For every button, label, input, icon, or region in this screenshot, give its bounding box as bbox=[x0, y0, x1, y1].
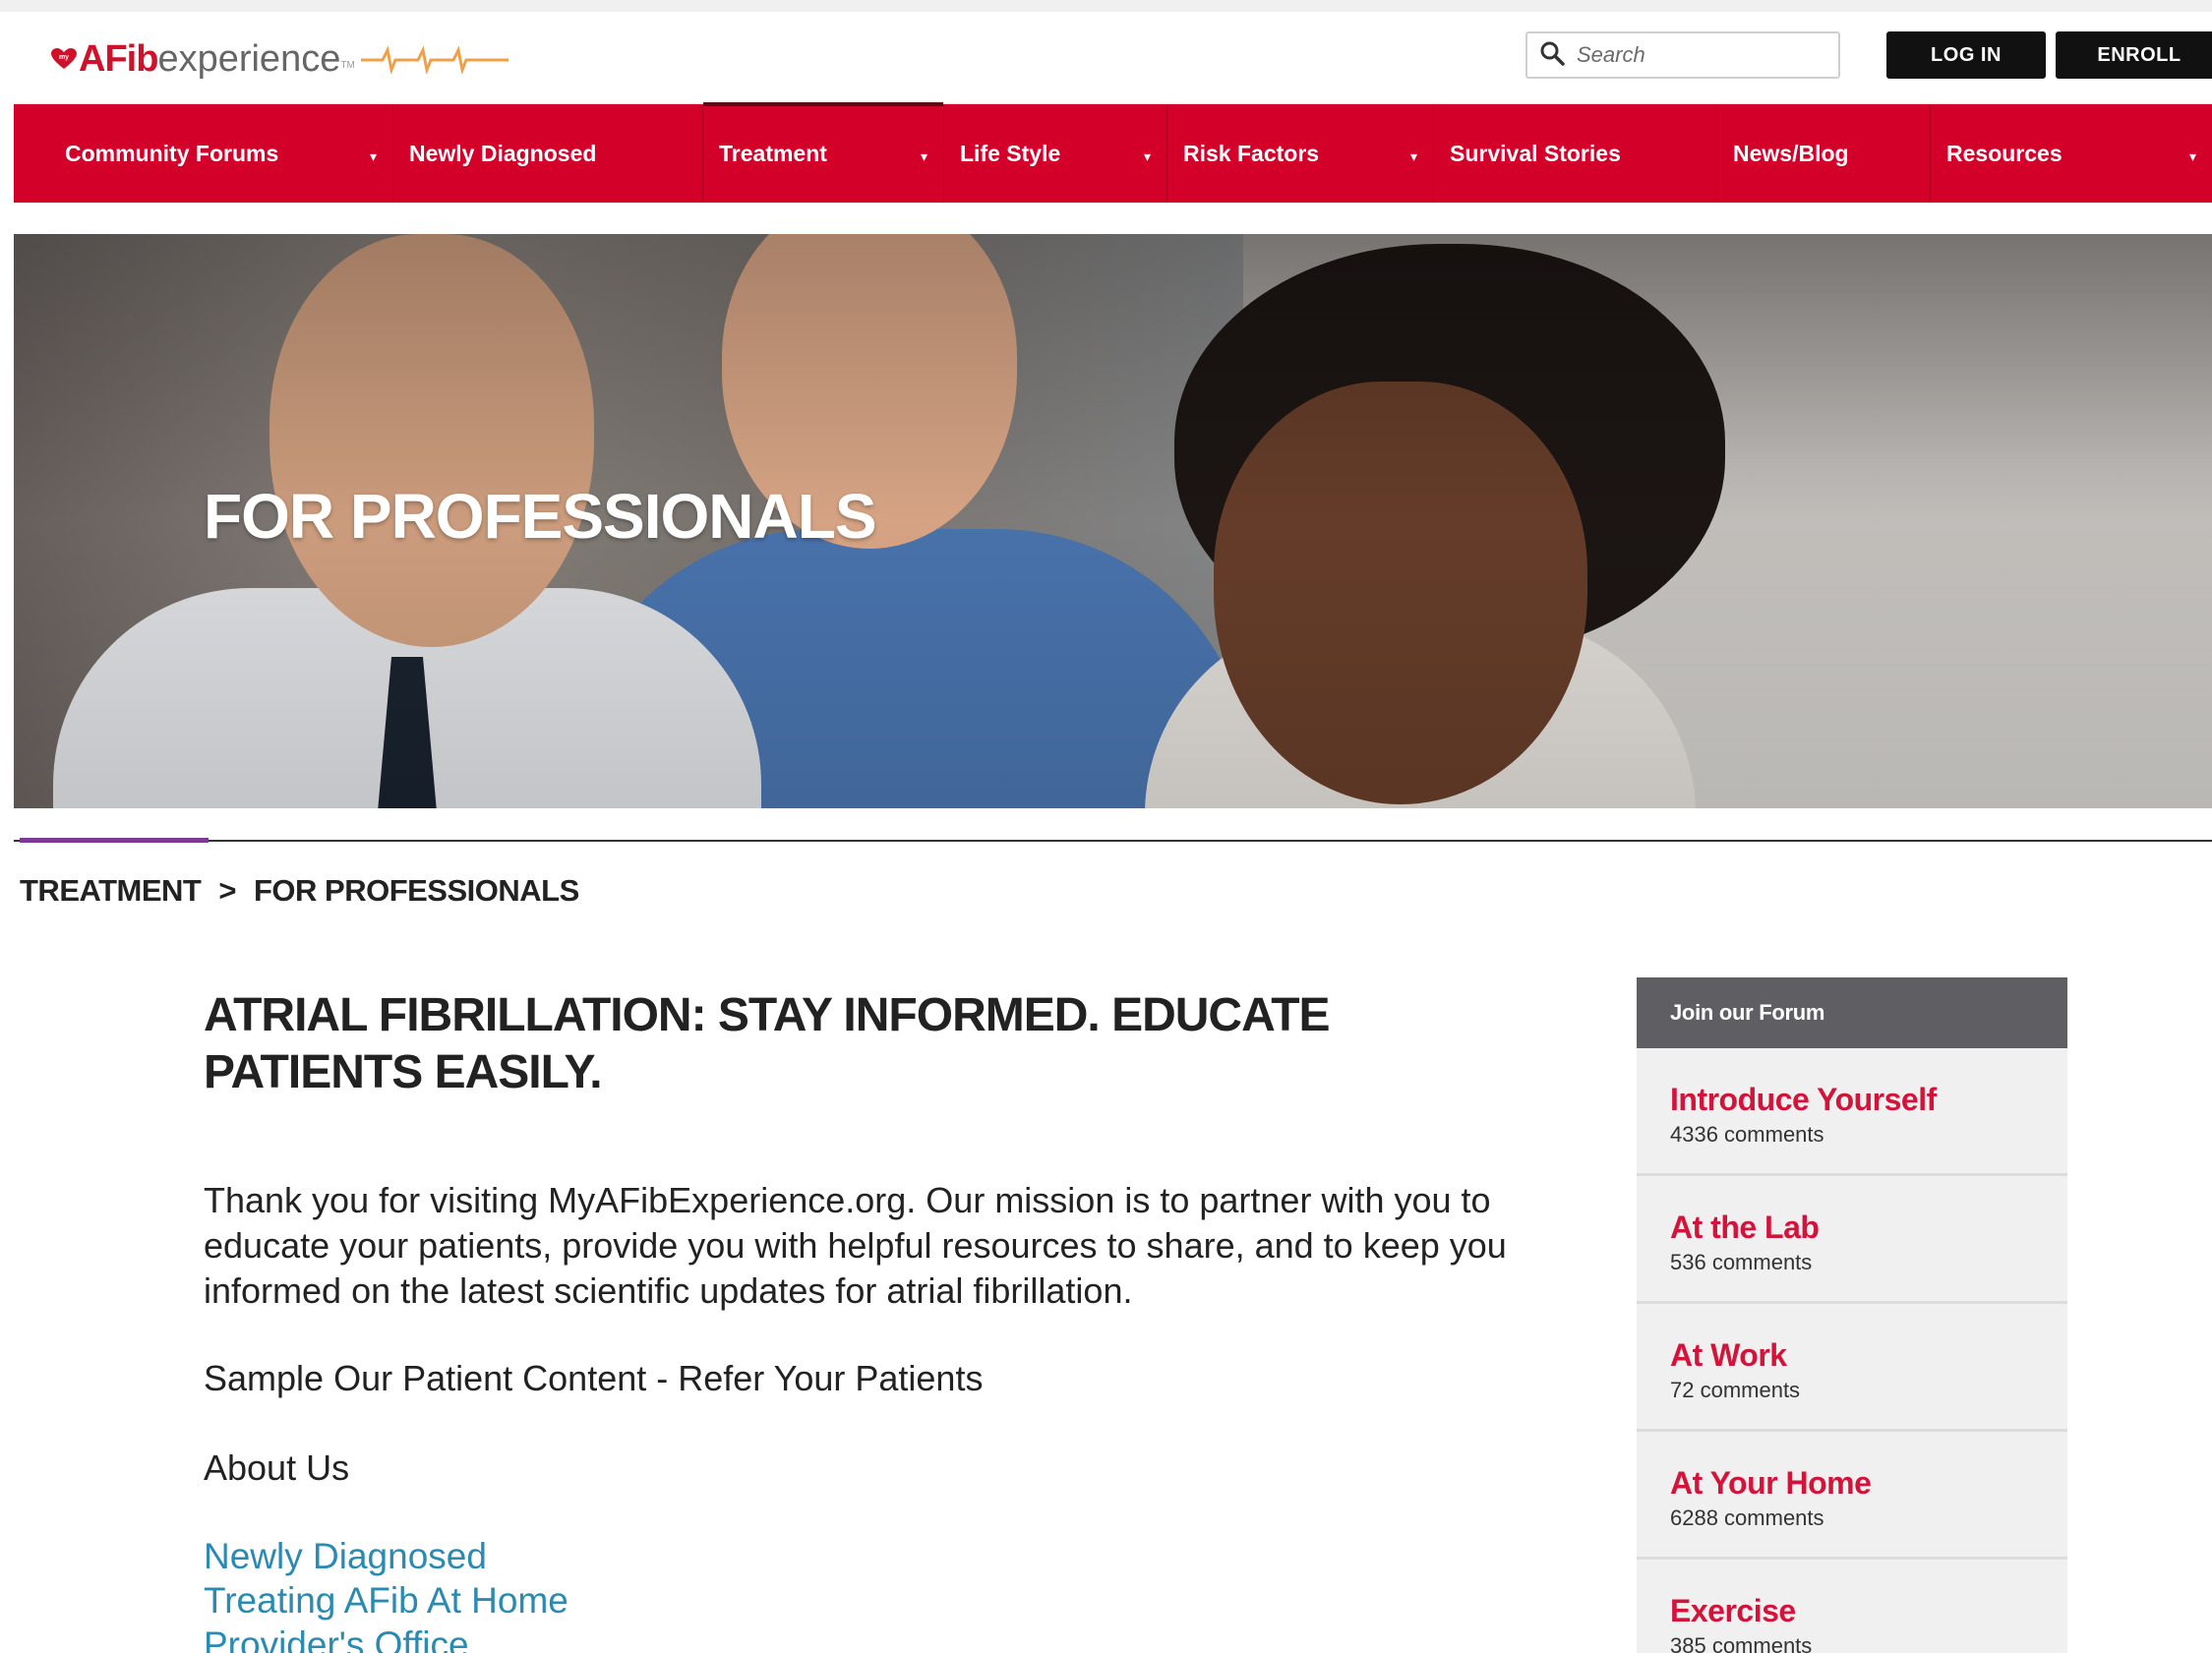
forum-sidebar: Join our Forum Introduce Yourself 4336 c… bbox=[1637, 977, 2067, 1653]
nav-label: Survival Stories bbox=[1450, 140, 1621, 166]
breadcrumb-current: FOR PROFESSIONALS bbox=[253, 873, 579, 908]
search-box[interactable] bbox=[1525, 31, 1840, 79]
forum-item-comments: 72 comments bbox=[1670, 1378, 1801, 1402]
resource-links: Newly Diagnosed Treating AFib At Home Pr… bbox=[204, 1534, 568, 1653]
page-heading: ATRIAL FIBRILLATION: STAY INFORMED. EDUC… bbox=[204, 989, 1331, 1098]
page: my AFib experience TM LOG IN ENROLL bbox=[14, 12, 2212, 1653]
enroll-button[interactable]: ENROLL bbox=[2056, 31, 2212, 79]
nav-label: Resources bbox=[1946, 140, 2063, 166]
forum-item-comments: 385 comments bbox=[1670, 1633, 1813, 1653]
forum-item-at-work[interactable]: At Work 72 comments bbox=[1637, 1304, 2067, 1432]
link-newly-diagnosed[interactable]: Newly Diagnosed bbox=[204, 1534, 568, 1578]
logo-trademark: TM bbox=[340, 60, 355, 71]
hero-title: FOR PROFESSIONALS bbox=[204, 481, 876, 552]
chevron-down-icon: ▾ bbox=[1143, 148, 1151, 164]
ecg-line-icon bbox=[360, 45, 508, 74]
nav-item-resources[interactable]: Resources ▾ bbox=[1931, 104, 2212, 203]
nav-label: Community Forums bbox=[65, 140, 279, 166]
nav-item-newly-diagnosed[interactable]: Newly Diagnosed bbox=[393, 104, 703, 203]
nav-item-survival-stories[interactable]: Survival Stories bbox=[1434, 104, 1717, 203]
main-content: ATRIAL FIBRILLATION: STAY INFORMED. EDUC… bbox=[204, 987, 1581, 1653]
breadcrumb-separator: > bbox=[218, 873, 236, 908]
hero-banner: FOR PROFESSIONALS bbox=[14, 234, 2212, 808]
search-input[interactable] bbox=[1577, 42, 1823, 68]
forum-item-title[interactable]: At the Lab bbox=[1670, 1210, 2067, 1246]
sample-content-text: Sample Our Patient Content - Refer Your … bbox=[204, 1358, 984, 1398]
chevron-down-icon: ▾ bbox=[369, 148, 377, 164]
login-button[interactable]: LOG IN bbox=[1886, 31, 2046, 79]
search-icon bbox=[1539, 40, 1565, 71]
nav-item-life-style[interactable]: Life Style ▾ bbox=[944, 104, 1167, 203]
main-nav: Community Forums ▾ Newly Diagnosed Treat… bbox=[14, 102, 2212, 203]
nav-label: Treatment bbox=[719, 140, 827, 166]
nav-item-risk-factors[interactable]: Risk Factors ▾ bbox=[1167, 104, 1434, 203]
window-top-strip bbox=[0, 0, 2212, 12]
chevron-down-icon: ▾ bbox=[920, 148, 927, 164]
breadcrumb-accent-bar bbox=[20, 838, 209, 843]
breadcrumb-divider bbox=[14, 840, 2212, 842]
forum-item-title[interactable]: At Work bbox=[1670, 1337, 2067, 1374]
forum-item-introduce-yourself[interactable]: Introduce Yourself 4336 comments bbox=[1637, 1048, 2067, 1176]
forum-item-title[interactable]: At Your Home bbox=[1670, 1465, 2067, 1502]
about-us-text: About Us bbox=[204, 1447, 350, 1488]
forum-item-at-your-home[interactable]: At Your Home 6288 comments bbox=[1637, 1432, 2067, 1560]
link-providers-office[interactable]: Provider's Office bbox=[204, 1623, 568, 1653]
intro-paragraph: Thank you for visiting MyAFibExperience.… bbox=[204, 1180, 1507, 1311]
nav-item-community-forums[interactable]: Community Forums ▾ bbox=[14, 104, 393, 203]
forum-item-exercise[interactable]: Exercise 385 comments bbox=[1637, 1560, 2067, 1653]
breadcrumb-link-treatment[interactable]: TREATMENT bbox=[20, 873, 202, 909]
svg-text:my: my bbox=[59, 54, 69, 61]
chevron-down-icon: ▾ bbox=[1409, 148, 1417, 164]
nav-label: Newly Diagnosed bbox=[409, 140, 597, 166]
nav-label: News/Blog bbox=[1733, 140, 1849, 166]
logo-text-bold: AFib bbox=[79, 37, 158, 80]
forum-sidebar-title: Join our Forum bbox=[1637, 977, 2067, 1048]
site-header: my AFib experience TM LOG IN ENROLL bbox=[14, 12, 2212, 104]
forum-item-title[interactable]: Exercise bbox=[1670, 1593, 2067, 1629]
forum-item-comments: 536 comments bbox=[1670, 1250, 1813, 1274]
nav-item-treatment[interactable]: Treatment ▾ bbox=[703, 102, 944, 203]
nav-label: Risk Factors bbox=[1183, 140, 1320, 166]
forum-item-at-the-lab[interactable]: At the Lab 536 comments bbox=[1637, 1176, 2067, 1304]
heart-logo-icon: my bbox=[51, 48, 77, 70]
nav-label: Life Style bbox=[960, 140, 1061, 166]
site-logo[interactable]: my AFib experience TM bbox=[51, 37, 508, 81]
forum-item-comments: 4336 comments bbox=[1670, 1122, 1824, 1147]
link-treating-afib-at-home[interactable]: Treating AFib At Home bbox=[204, 1578, 568, 1623]
logo-text-light: experience bbox=[157, 37, 341, 80]
forum-item-title[interactable]: Introduce Yourself bbox=[1670, 1082, 2067, 1118]
nav-item-news-blog[interactable]: News/Blog bbox=[1717, 104, 1931, 203]
chevron-down-icon: ▾ bbox=[2188, 148, 2196, 164]
breadcrumb: TREATMENT > FOR PROFESSIONALS bbox=[20, 873, 579, 909]
forum-item-comments: 6288 comments bbox=[1670, 1505, 1824, 1530]
